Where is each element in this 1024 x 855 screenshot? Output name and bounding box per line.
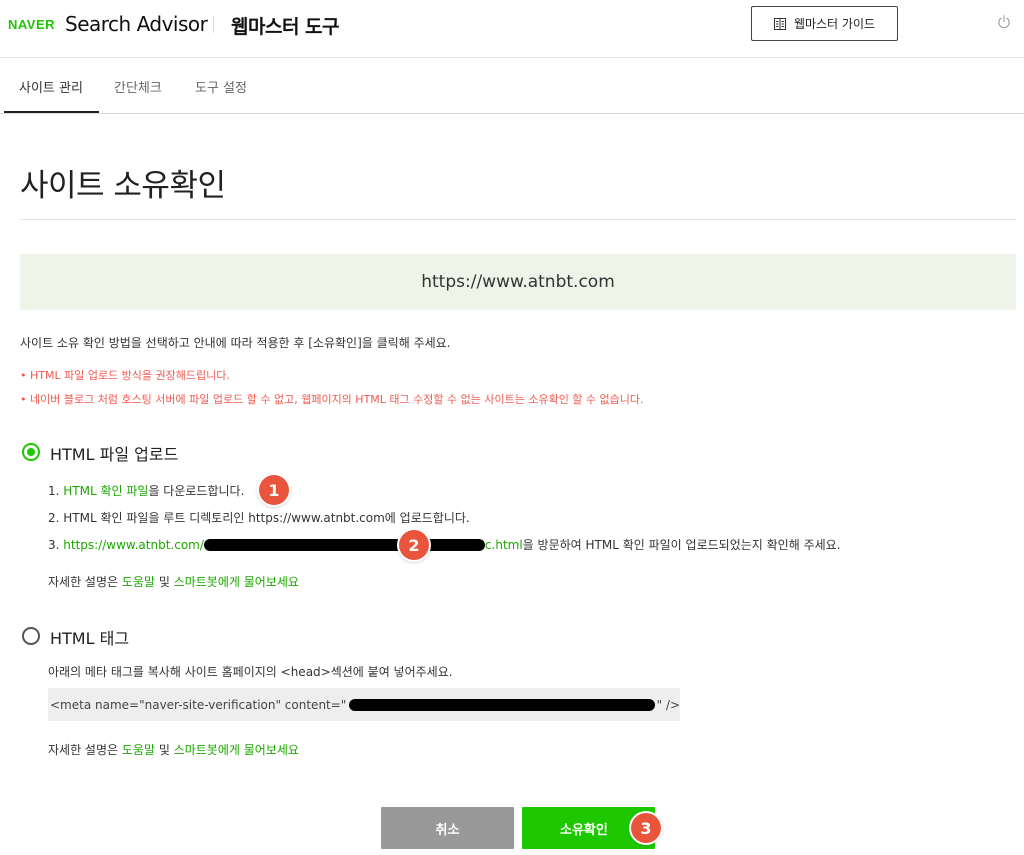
- verify-ownership-label: 소유확인: [560, 822, 608, 838]
- site-url-banner: https://www.atnbt.com: [20, 254, 1016, 310]
- help-link[interactable]: 도움말: [122, 743, 155, 757]
- smartbot-link[interactable]: 스마트봇에게 물어보세요: [174, 575, 299, 589]
- tab-bar: 사이트 관리 간단체크 도구 설정: [0, 59, 1024, 114]
- help-link[interactable]: 도움말: [122, 575, 155, 589]
- tab-site-management[interactable]: 사이트 관리: [19, 77, 83, 96]
- html-verify-file-link[interactable]: HTML 확인 파일: [63, 484, 148, 498]
- annotation-badge-1: 1: [259, 475, 289, 505]
- tool-title[interactable]: 웹마스터 도구: [231, 12, 340, 39]
- title-divider-line: [20, 219, 1016, 220]
- site-url: https://www.atnbt.com: [421, 272, 615, 292]
- tab-tool-settings[interactable]: 도구 설정: [195, 77, 247, 96]
- radio-html-tag[interactable]: [22, 627, 40, 645]
- active-tab-indicator: [4, 111, 99, 113]
- book-icon: [773, 17, 786, 30]
- webmaster-guide-button[interactable]: 웹마스터 가이드: [751, 6, 898, 41]
- help-text-tag: 자세한 설명은 도움말 및 스마트봇에게 물어보세요: [48, 743, 299, 757]
- option-html-file-label[interactable]: HTML 파일 업로드: [50, 441, 178, 465]
- redacted-filename: [203, 539, 485, 551]
- step-1: 1. HTML 확인 파일을 다운로드합니다.: [48, 484, 245, 498]
- naver-logo[interactable]: NAVER: [8, 17, 55, 32]
- app-title[interactable]: Search Advisor: [65, 12, 208, 36]
- verify-file-url-link[interactable]: https://www.atnbt.com/c.html: [63, 538, 522, 552]
- radio-html-file[interactable]: [22, 443, 40, 461]
- top-header: NAVER Search Advisor 웹마스터 도구 웹마스터 가이드: [0, 0, 1024, 58]
- notice-restriction: • 네이버 블로그 처럼 호스팅 서버에 파일 업로드 할 수 없고, 웹페이지…: [20, 393, 644, 406]
- page-title: 사이트 소유확인: [20, 168, 226, 204]
- power-icon[interactable]: [996, 14, 1012, 30]
- tab-quick-check[interactable]: 간단체크: [114, 77, 162, 96]
- step-2: 2. HTML 확인 파일을 루트 디렉토리인 https://www.atnb…: [48, 511, 470, 525]
- option-html-tag-label[interactable]: HTML 태그: [50, 625, 129, 649]
- step-3: 3. https://www.atnbt.com/c.html을 방문하여 HT…: [48, 538, 841, 552]
- cancel-button[interactable]: 취소: [381, 807, 514, 849]
- meta-tag-instruction: 아래의 메타 태그를 복사해 사이트 홈페이지의 <head>섹션에 붙여 넣어…: [48, 665, 453, 679]
- redacted-verification-code: [349, 698, 655, 711]
- title-divider: [213, 16, 214, 33]
- webmaster-guide-label: 웹마스터 가이드: [793, 17, 876, 31]
- annotation-badge-2: 2: [399, 530, 429, 560]
- meta-tag-code[interactable]: <meta name="naver-site-verification" con…: [48, 688, 680, 721]
- instruction-text: 사이트 소유 확인 방법을 선택하고 안내에 따라 적용한 후 [소유확인]을 …: [20, 336, 451, 350]
- smartbot-link[interactable]: 스마트봇에게 물어보세요: [174, 743, 299, 757]
- annotation-badge-3: 3: [631, 813, 661, 843]
- notice-recommend: • HTML 파일 업로드 방식을 권장해드립니다.: [20, 369, 230, 382]
- help-text-file: 자세한 설명은 도움말 및 스마트봇에게 물어보세요: [48, 575, 299, 589]
